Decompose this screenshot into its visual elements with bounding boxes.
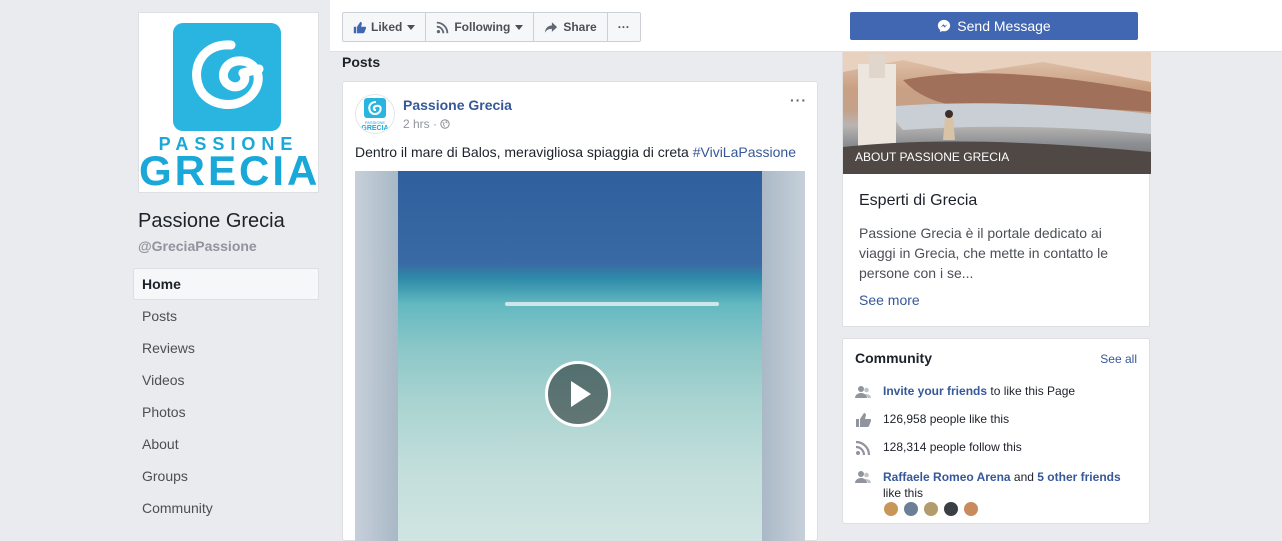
logo-text-bottom: GRECIA [139,147,321,194]
post-author[interactable]: Passione Grecia [403,97,512,113]
share-arrow-icon [544,21,558,34]
page-action-bar: Liked Following Share ··· Send Message [330,0,1282,52]
invite-friends-link[interactable]: Invite your friends [883,384,987,398]
page-title[interactable]: Passione Grecia [138,210,285,233]
send-message-label: Send Message [957,18,1051,34]
play-button[interactable] [545,361,611,427]
likes-count: 126,958 people like this [883,412,1010,426]
post-avatar[interactable]: PASSIONE GRECIA [355,94,395,134]
see-more-link[interactable]: See more [859,292,920,308]
share-label: Share [563,20,597,34]
post-options-button[interactable]: ··· [790,92,807,108]
likes-row: 126,958 people like this [855,412,1009,428]
friend-name-link[interactable]: Raffaele Romeo Arena [883,470,1011,484]
friend-avatar[interactable] [963,501,979,517]
nav-item-about[interactable]: About [133,428,319,460]
other-friends-link[interactable]: 5 other friends [1037,470,1120,484]
hashtag-link[interactable]: #ViviLaPassione [693,144,796,160]
nav-item-videos[interactable]: Videos [133,364,319,396]
share-button[interactable]: Share [534,13,608,41]
community-title: Community [855,350,932,366]
nav-item-photos[interactable]: Photos [133,396,319,428]
friends-like-row: Raffaele Romeo Arena and 5 other friends… [855,469,1125,501]
page-handle[interactable]: @GreciaPassione [138,238,257,254]
spiral-logo-icon: PASSIONE GRECIA [361,98,389,132]
following-button[interactable]: Following [426,13,535,41]
follows-row: 128,314 people follow this [855,440,1022,456]
community-card: Community See all Invite your friends to… [842,338,1150,524]
chevron-down-icon [407,24,416,30]
friend-avatars [883,501,983,517]
post-card: PASSIONE GRECIA Passione Grecia 2 hrs · … [342,81,818,541]
video-blur-left [355,171,398,541]
posts-section-title: Posts [342,54,381,70]
nav-item-home[interactable]: Home [133,268,319,300]
globe-icon [440,118,451,132]
nav-item-posts[interactable]: Posts [133,300,319,332]
post-video[interactable] [355,171,805,541]
friends-like-text: like this [883,486,924,500]
nav-item-community[interactable]: Community [133,492,319,524]
thumbs-up-icon [353,21,366,34]
nav-item-groups[interactable]: Groups [133,460,319,492]
about-cover-image[interactable]: ABOUT PASSIONE GRECIA [843,52,1151,174]
see-all-link[interactable]: See all [1100,352,1137,366]
invite-friends-text: to like this Page [987,384,1076,398]
more-dots-icon: ··· [617,20,630,34]
page-profile-picture[interactable]: PASSIONE GRECIA [138,12,321,194]
send-message-button[interactable]: Send Message [850,12,1138,40]
nav-item-reviews[interactable]: Reviews [133,332,319,364]
friend-avatar[interactable] [943,501,959,517]
action-button-group: Liked Following Share ··· [342,12,641,42]
about-description: Passione Grecia è il portale dedicato ai… [859,225,1109,281]
video-frame [398,171,762,541]
post-message-text: Dentro il mare di Balos, meravigliosa sp… [355,144,693,160]
avatar-logo-text-bottom: GRECIA [361,125,388,132]
people-icon [855,384,871,400]
friend-avatar[interactable] [923,501,939,517]
liked-button[interactable]: Liked [343,13,427,41]
post-time-text: 2 hrs · [403,117,441,131]
video-blur-right [762,171,805,541]
people-icon [855,469,871,485]
more-options-button[interactable]: ··· [608,13,640,41]
friends-and-text: and [1010,470,1038,484]
spiral-logo-icon [173,23,281,131]
about-image-label: ABOUT PASSIONE GRECIA [855,150,1010,164]
play-icon [571,381,591,407]
following-label: Following [454,20,511,34]
thumbs-up-icon [855,412,871,428]
liked-label: Liked [371,20,403,34]
video-wave-line [505,302,719,306]
messenger-icon [937,19,951,33]
friend-avatar[interactable] [903,501,919,517]
about-card: ABOUT PASSIONE GRECIA Esperti di Grecia … [842,52,1151,327]
friend-avatar[interactable] [883,501,899,517]
invite-friends-row: Invite your friends to like this Page [855,384,1075,400]
post-timestamp[interactable]: 2 hrs · [403,117,451,132]
rss-icon [855,440,871,456]
rss-icon [436,21,449,34]
page-nav: Home Posts Reviews Videos Photos About G… [133,268,319,524]
chevron-down-icon [515,24,524,30]
about-title: Esperti di Grecia [859,192,978,209]
follows-count: 128,314 people follow this [883,440,1022,454]
post-message: Dentro il mare di Balos, meravigliosa sp… [355,144,796,160]
